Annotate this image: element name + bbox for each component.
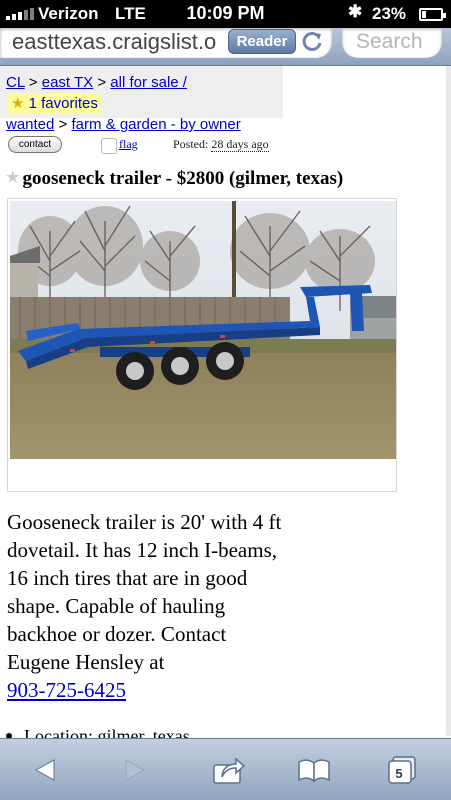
browser-toolbar: 5 <box>0 738 451 800</box>
favorites-box[interactable]: ★ 1 favorites <box>8 93 101 114</box>
posted-ago: 28 days ago <box>211 137 269 152</box>
url-field[interactable]: easttexas.craigslist.o Reader <box>0 28 332 58</box>
share-button[interactable] <box>194 739 264 800</box>
bookmarks-button[interactable] <box>279 739 349 800</box>
favorite-star-icon[interactable]: ★ <box>6 170 19 186</box>
breadcrumb-separator: > <box>97 74 107 91</box>
browser-address-bar: easttexas.craigslist.o Reader Search <box>0 28 451 66</box>
breadcrumb-separator: > <box>28 74 38 91</box>
favorites-link[interactable]: 1 favorites <box>29 95 98 112</box>
bluetooth-icon: ✱ <box>348 2 363 21</box>
tab-count: 5 <box>395 766 403 781</box>
back-arrow-icon <box>34 759 55 781</box>
contact-button[interactable]: contact <box>8 136 62 153</box>
battery-percent: 23% <box>372 4 407 23</box>
phone-link[interactable]: 903-725-6425 <box>7 678 126 702</box>
breadcrumb-region-link[interactable]: east TX <box>42 74 93 91</box>
posted-label: Posted: <box>173 137 209 151</box>
forward-button[interactable] <box>100 739 170 800</box>
battery-icon <box>419 8 446 21</box>
tabs-button[interactable]: 5 <box>367 739 437 800</box>
breadcrumb-subcategory-link[interactable]: farm & garden - by owner <box>71 116 240 133</box>
url-text[interactable]: easttexas.craigslist.o <box>12 29 222 55</box>
back-button[interactable] <box>10 739 80 800</box>
breadcrumb-cl-link[interactable]: CL <box>6 74 25 91</box>
post-title: ★ gooseneck trailer - $2800 (gilmer, texa… <box>6 168 446 190</box>
star-icon: ★ <box>11 95 25 112</box>
post-description-text: Gooseneck trailer is 20' with 4 ft dovet… <box>7 510 282 674</box>
breadcrumb-category-link[interactable]: all for sale / <box>110 74 187 91</box>
post-description: Gooseneck trailer is 20' with 4 ft dovet… <box>7 508 287 704</box>
reader-button[interactable]: Reader <box>228 29 296 54</box>
breadcrumb: CL > east TX > all for sale / ★ 1 favori… <box>0 66 283 133</box>
share-icon <box>213 757 246 784</box>
status-bar: Verizon LTE 10:09 PM ✱ 23% <box>0 0 451 28</box>
breadcrumb-separator: > <box>58 116 68 133</box>
page-edge <box>446 66 451 736</box>
post-title-text: gooseneck trailer - $2800 (gilmer, texas… <box>22 168 344 189</box>
reload-icon[interactable] <box>300 30 324 54</box>
photo-frame <box>7 198 397 492</box>
trailer-photo[interactable] <box>10 201 396 459</box>
forward-arrow-icon <box>125 759 146 781</box>
search-field[interactable]: Search <box>342 28 442 58</box>
breadcrumb-wanted-link[interactable]: wanted <box>6 116 54 133</box>
flag-link[interactable]: flag <box>119 137 138 152</box>
flag-checkbox[interactable] <box>101 138 117 154</box>
posted-date: Posted: 28 days ago <box>173 137 269 152</box>
bookmarks-icon <box>298 759 330 783</box>
